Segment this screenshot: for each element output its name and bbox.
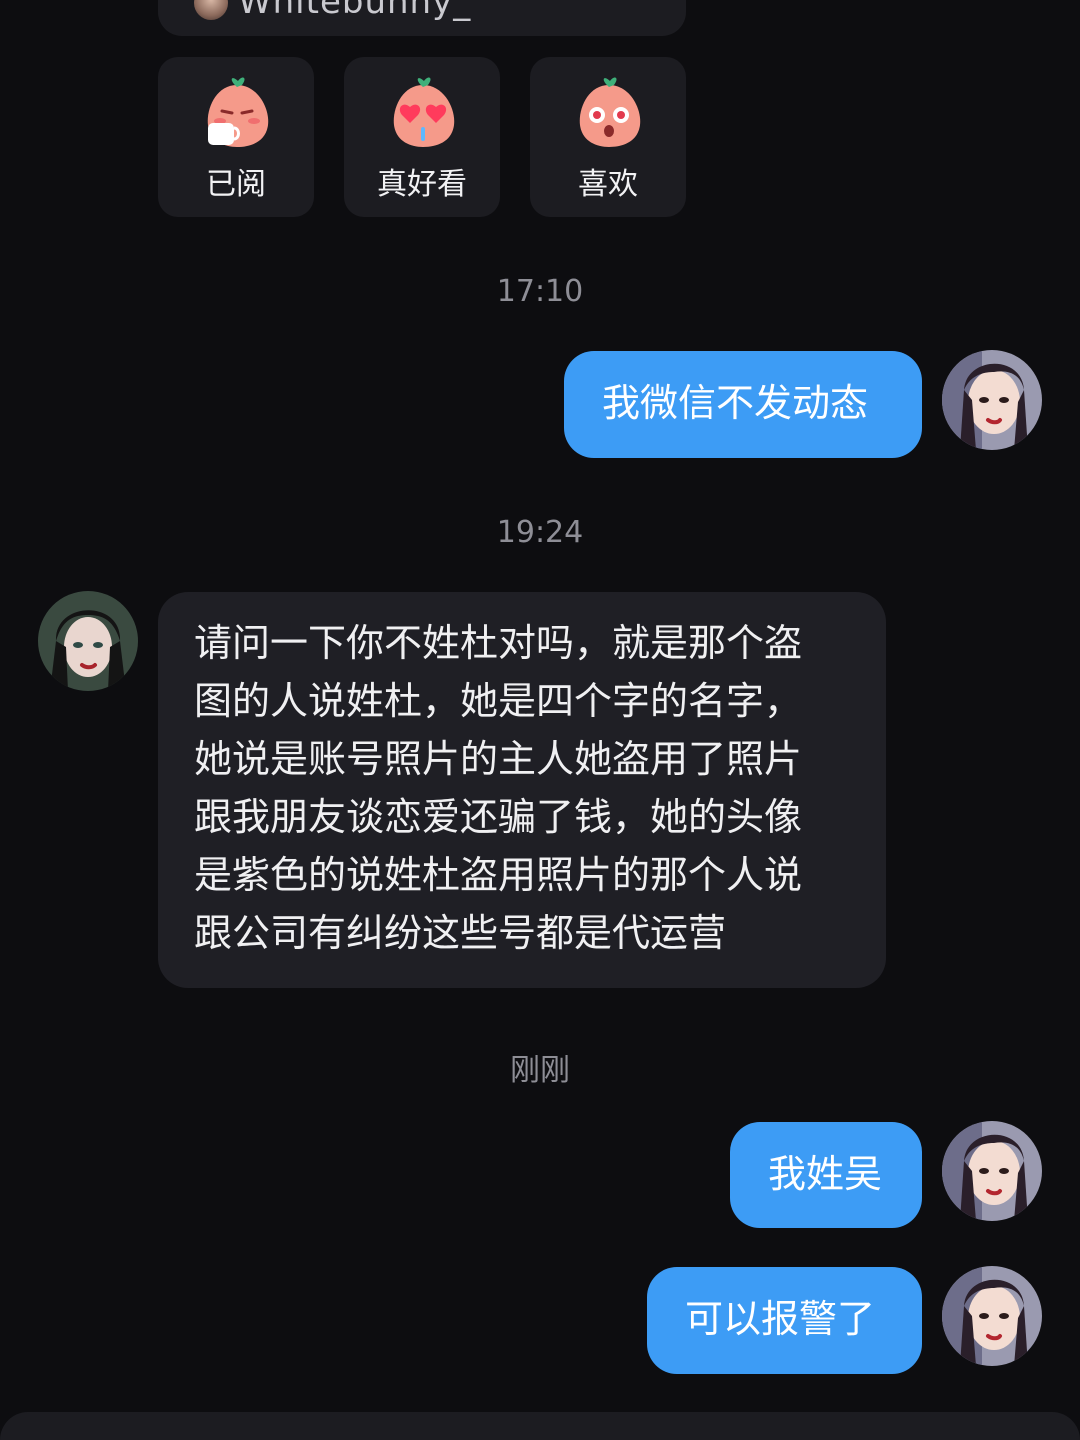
- contact-portrait-avatar-icon: [38, 591, 138, 691]
- outgoing-message-bubble[interactable]: 我微信不发动态: [564, 351, 922, 458]
- outgoing-message-bubble[interactable]: 可以报警了: [647, 1267, 922, 1374]
- reaction-pretty-button[interactable]: 真好看: [344, 57, 500, 217]
- reaction-like-button[interactable]: 喜欢: [530, 57, 686, 217]
- reaction-read-label: 已阅: [206, 167, 266, 202]
- shared-profile-card[interactable]: Whitebunny_: [158, 0, 686, 36]
- timestamp: 刚刚: [510, 1053, 570, 1088]
- message-text: 我微信不发动态: [602, 381, 869, 425]
- peach-heart-eyes-emoji-icon: [393, 77, 455, 147]
- message-input-bar[interactable]: [0, 1412, 1080, 1440]
- incoming-message-bubble[interactable]: 请问一下你不姓杜对吗，就是那个盗 图的人说姓杜，她是四个字的名字， 她说是账号照…: [158, 592, 886, 988]
- self-portrait-avatar-icon: [942, 1121, 1042, 1221]
- message-text: 可以报警了: [685, 1297, 876, 1341]
- my-avatar[interactable]: [942, 350, 1042, 450]
- chat-screen: Whitebunny_ 已阅 真好看 喜欢 17:10 我微信不发动态 19:2…: [0, 0, 1080, 1440]
- timestamp: 19:24: [496, 515, 584, 550]
- peach-mug-emoji-icon: [207, 77, 269, 147]
- my-avatar[interactable]: [942, 1121, 1042, 1221]
- profile-handle: Whitebunny_: [238, 0, 472, 22]
- reaction-pretty-label: 真好看: [377, 167, 467, 202]
- reaction-row: 已阅 真好看 喜欢: [158, 57, 686, 217]
- self-portrait-avatar-icon: [942, 350, 1042, 450]
- message-line: 图的人说姓杜，她是四个字的名字，: [194, 679, 803, 723]
- reaction-like-label: 喜欢: [578, 167, 638, 202]
- message-line: 她说是账号照片的主人她盗用了照片: [194, 737, 803, 781]
- message-line: 跟我朋友谈恋爱还骗了钱，她的头像: [194, 795, 803, 839]
- peach-star-eyes-emoji-icon: [579, 77, 641, 147]
- timestamp: 17:10: [496, 274, 584, 309]
- message-line: 是紫色的说姓杜盗用照片的那个人说: [194, 853, 803, 897]
- message-line: 请问一下你不姓杜对吗，就是那个盗: [194, 621, 803, 665]
- message-line: 跟公司有纠纷这些号都是代运营: [194, 911, 727, 955]
- message-text: 我姓吴: [768, 1152, 883, 1196]
- self-portrait-avatar-icon: [942, 1266, 1042, 1366]
- reaction-read-button[interactable]: 已阅: [158, 57, 314, 217]
- my-avatar[interactable]: [942, 1266, 1042, 1366]
- outgoing-message-bubble[interactable]: 我姓吴: [730, 1122, 922, 1228]
- contact-avatar[interactable]: [38, 591, 138, 691]
- profile-avatar: [194, 0, 228, 20]
